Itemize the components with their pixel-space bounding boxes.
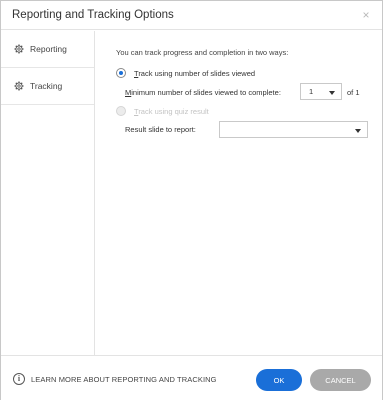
min-slides-value: 1 — [309, 87, 314, 96]
chevron-down-icon — [329, 91, 335, 95]
sidebar: Reporting Tracking — [1, 31, 95, 355]
sidebar-item-reporting[interactable]: Reporting — [1, 31, 94, 67]
tracking-intro: You can track progress and completion in… — [116, 48, 289, 57]
dialog-footer: i LEARN MORE ABOUT REPORTING AND TRACKIN… — [1, 355, 382, 400]
ok-button[interactable]: OK — [256, 369, 302, 391]
sidebar-item-label: Tracking — [30, 81, 63, 91]
title-bar: Reporting and Tracking Options × — [1, 1, 382, 30]
quiz-result-label: Track using quiz result — [134, 106, 209, 116]
chevron-down-icon — [355, 129, 361, 133]
learn-more-link[interactable]: i LEARN MORE ABOUT REPORTING AND TRACKIN… — [13, 373, 217, 385]
option-slides-viewed[interactable]: Track using number of slides viewed — [116, 68, 255, 78]
sidebar-item-label: Reporting — [30, 44, 67, 54]
slides-viewed-label: Track using number of slides viewed — [134, 68, 256, 78]
dialog-title: Reporting and Tracking Options — [12, 9, 174, 21]
tracking-panel: You can track progress and completion in… — [96, 31, 382, 355]
gear-icon — [14, 81, 24, 91]
quiz-result-radio[interactable] — [116, 106, 126, 116]
info-icon: i — [13, 373, 25, 385]
min-slides-of-total: of 1 — [347, 88, 360, 97]
min-slides-label: Minimum number of slides viewed to compl… — [125, 88, 281, 97]
option-quiz-result[interactable]: Track using quiz result — [116, 106, 209, 116]
gear-icon — [14, 44, 24, 54]
cancel-button[interactable]: CANCEL — [310, 369, 371, 391]
result-slide-label: Result slide to report: — [125, 125, 196, 134]
learn-more-label: LEARN MORE ABOUT REPORTING AND TRACKING — [31, 374, 217, 384]
result-slide-dropdown[interactable] — [219, 121, 368, 138]
dialog: Reporting and Tracking Options × Reporti… — [0, 0, 383, 400]
min-slides-dropdown[interactable]: 1 — [300, 83, 342, 100]
slides-viewed-radio[interactable] — [116, 68, 126, 78]
sidebar-item-tracking[interactable]: Tracking — [1, 67, 94, 105]
close-icon[interactable]: × — [360, 8, 372, 22]
